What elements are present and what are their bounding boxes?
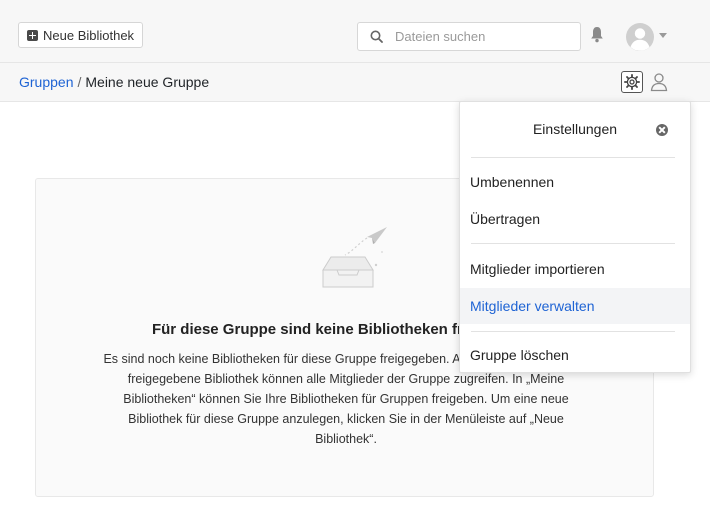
divider	[471, 243, 675, 244]
breadcrumb: Gruppen / Meine neue Gruppe	[19, 74, 209, 90]
divider	[471, 331, 675, 332]
menu-item-import-members[interactable]: Mitglieder importieren	[460, 251, 690, 287]
new-library-button[interactable]: Neue Bibliothek	[18, 22, 144, 48]
empty-inbox-illustration	[322, 227, 387, 288]
group-settings-button[interactable]	[621, 71, 643, 93]
gear-icon	[624, 74, 640, 90]
menu-item-delete-group[interactable]: Gruppe löschen	[460, 337, 690, 373]
search-icon	[370, 30, 383, 43]
top-bar: Neue Bibliothek	[0, 0, 710, 62]
breadcrumb-separator: /	[77, 74, 82, 90]
chevron-down-icon[interactable]	[659, 33, 667, 38]
avatar-icon[interactable]	[625, 22, 655, 52]
divider	[471, 157, 675, 158]
settings-dropdown: Einstellungen Umbenennen Übertragen Mitg…	[459, 101, 691, 373]
menu-item-rename[interactable]: Umbenennen	[460, 164, 690, 200]
menu-item-manage-members[interactable]: Mitglieder verwalten	[460, 288, 690, 324]
breadcrumb-link-groups[interactable]: Gruppen	[19, 74, 73, 90]
search-input[interactable]	[393, 28, 567, 45]
breadcrumb-current: Meine neue Gruppe	[85, 74, 210, 90]
plus-square-icon	[27, 29, 38, 41]
dropdown-header: Einstellungen	[460, 102, 690, 157]
close-icon[interactable]	[656, 124, 668, 136]
menu-item-transfer[interactable]: Übertragen	[460, 201, 690, 237]
new-library-label: Neue Bibliothek	[43, 27, 135, 43]
user-icon[interactable]	[650, 72, 668, 92]
breadcrumb-bar: Gruppen / Meine neue Gruppe	[0, 62, 710, 102]
bell-icon[interactable]	[590, 26, 604, 43]
search-box[interactable]	[357, 22, 581, 51]
